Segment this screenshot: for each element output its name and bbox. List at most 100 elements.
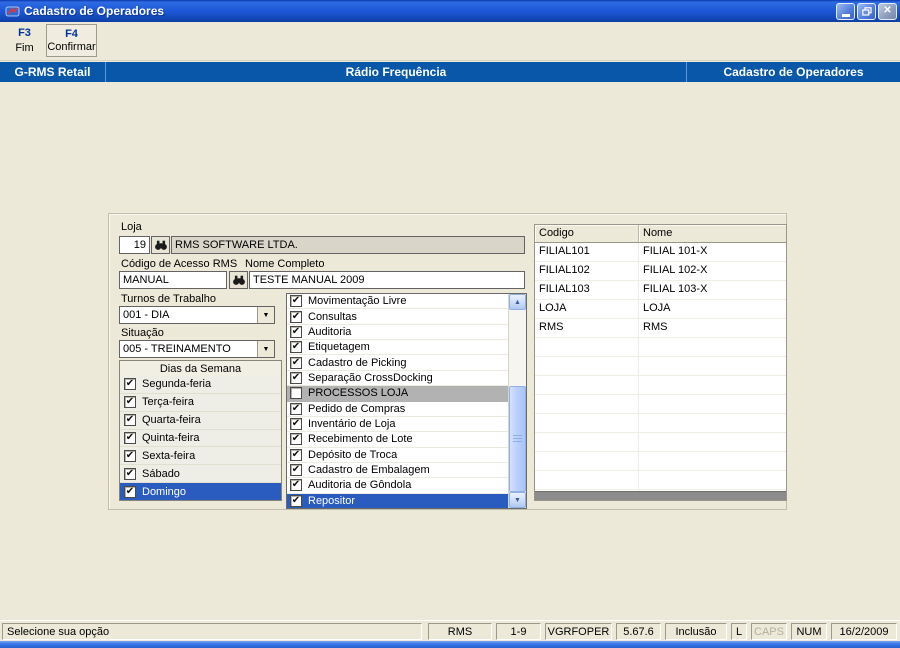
processo-row[interactable]: ✔ Consultas: [287, 309, 508, 325]
processo-row[interactable]: ✔ Etiquetagem: [287, 340, 508, 356]
processo-row[interactable]: ✔ Cadastro de Embalagem: [287, 462, 508, 479]
processo-row[interactable]: ✔ Repositor: [287, 493, 508, 508]
processo-checkbox[interactable]: ✔: [290, 371, 302, 384]
processo-row[interactable]: ✔ Depósito de Troca: [287, 447, 508, 463]
minimize-button[interactable]: [836, 2, 855, 20]
binoculars-icon: [154, 240, 167, 250]
confirmar-button[interactable]: F4 Confirmar: [46, 24, 97, 57]
toolbar: F3 Fim F4 Confirmar: [0, 22, 900, 61]
scrollbar-thumb[interactable]: [509, 386, 526, 492]
store-row[interactable]: LOJA LOJA: [535, 300, 786, 319]
weekday-checkbox[interactable]: ✔: [124, 432, 136, 444]
processo-checkbox[interactable]: ✔: [290, 295, 302, 308]
store-codigo: LOJA: [535, 300, 639, 318]
dias-semana-list: ✔ Segunda-feria ✔ Terça-feira ✔ Quarta-f…: [119, 376, 282, 501]
weekday-label: Sexta-feira: [142, 449, 196, 462]
processo-checkbox[interactable]: ✔: [290, 356, 302, 369]
close-button[interactable]: ✕: [878, 2, 897, 20]
store-row[interactable]: FILIAL102 FILIAL 102-X: [535, 262, 786, 281]
processo-row[interactable]: ✔ Cadastro de Picking: [287, 355, 508, 371]
chevron-down-icon[interactable]: ▼: [257, 341, 274, 357]
weekday-row[interactable]: ✔ Domingo: [120, 483, 281, 501]
store-codigo: FILIAL102: [535, 262, 639, 280]
loja-code-input[interactable]: [119, 236, 150, 254]
processo-label: Movimentação Livre: [308, 295, 407, 308]
scroll-up-icon[interactable]: ▲: [509, 294, 526, 310]
processo-row[interactable]: ✔ Inventário de Loja: [287, 416, 508, 433]
weekday-row[interactable]: ✔ Terça-feira: [120, 394, 281, 412]
weekday-checkbox[interactable]: ✔: [124, 396, 136, 409]
processo-checkbox[interactable]: ✔: [290, 464, 302, 477]
weekday-label: Sábado: [142, 467, 180, 480]
weekday-label: Terça-feira: [142, 396, 194, 409]
scroll-down-icon[interactable]: ▼: [509, 492, 526, 508]
processo-label: Cadastro de Embalagem: [308, 464, 430, 477]
weekday-checkbox[interactable]: ✔: [124, 467, 136, 480]
processo-label: Pedido de Compras: [308, 402, 406, 415]
processo-row[interactable]: ✔ Movimentação Livre: [287, 294, 508, 310]
weekday-row[interactable]: ✔ Segunda-feria: [120, 376, 281, 394]
chevron-down-icon[interactable]: ▼: [257, 307, 274, 323]
weekday-checkbox[interactable]: ✔: [124, 485, 136, 498]
processos-list-box: ✔ Movimentação Livre ✔ Consultas ✔ Audit…: [286, 293, 527, 509]
weekday-row[interactable]: ✔ Quarta-feira: [120, 412, 281, 430]
title-bar: Cadastro de Operadores ✕: [0, 0, 900, 22]
processo-row[interactable]: ✔ Separação CrossDocking: [287, 370, 508, 387]
situacao-select[interactable]: 005 - TREINAMENTO ▼: [119, 340, 275, 358]
processo-row[interactable]: ✔ Pedido de Compras: [287, 401, 508, 417]
processo-checkbox[interactable]: ✔: [290, 310, 302, 323]
weekday-checkbox[interactable]: ✔: [124, 449, 136, 462]
fim-button[interactable]: F3 Fim: [3, 24, 46, 57]
store-row-empty: [535, 452, 786, 471]
processo-label: Depósito de Troca: [308, 448, 398, 461]
processo-row[interactable]: ✔ Auditoria: [287, 324, 508, 341]
processo-row[interactable]: ✔ PROCESSOS LOJA: [287, 386, 508, 402]
processo-checkbox[interactable]: ✔: [290, 494, 302, 507]
restore-button[interactable]: [857, 2, 876, 20]
fim-label: Fim: [15, 42, 34, 54]
weekday-label: Segunda-feria: [142, 378, 212, 391]
status-cell: L: [731, 623, 747, 640]
weekday-row[interactable]: ✔ Sexta-feira: [120, 447, 281, 466]
column-header-nome[interactable]: Nome: [639, 225, 786, 243]
processo-checkbox[interactable]: ✔: [290, 325, 302, 338]
processo-label: Auditoria: [308, 325, 352, 338]
loja-label: Loja: [121, 221, 142, 233]
store-row[interactable]: FILIAL101 FILIAL 101-X: [535, 243, 786, 262]
column-header-codigo[interactable]: Codigo: [535, 225, 639, 243]
vertical-scrollbar[interactable]: ▲ ▼: [508, 294, 526, 508]
nome-completo-input[interactable]: [249, 271, 525, 289]
processo-checkbox[interactable]: ✔: [290, 418, 302, 431]
codigo-acesso-search-button[interactable]: [229, 271, 248, 289]
weekday-row[interactable]: ✔ Quinta-feira: [120, 430, 281, 448]
weekday-checkbox[interactable]: ✔: [124, 378, 136, 391]
stores-table-header: Codigo Nome: [535, 225, 786, 243]
loja-search-button[interactable]: [151, 236, 170, 254]
processo-checkbox[interactable]: ✔: [290, 433, 302, 446]
processo-checkbox[interactable]: ✔: [290, 402, 302, 415]
status-cell: 5.67.6: [616, 623, 661, 640]
store-row[interactable]: FILIAL103 FILIAL 103-X: [535, 281, 786, 300]
fim-fkey: F3: [18, 27, 31, 39]
weekday-row[interactable]: ✔ Sábado: [120, 465, 281, 484]
processo-checkbox[interactable]: ✔: [290, 387, 302, 400]
turnos-select[interactable]: 001 - DIA ▼: [119, 306, 275, 324]
processo-row[interactable]: ✔ Recebimento de Lote: [287, 432, 508, 448]
processo-label: Inventário de Loja: [308, 418, 396, 431]
horizontal-scrollbar[interactable]: [535, 491, 786, 500]
processo-checkbox[interactable]: ✔: [290, 448, 302, 461]
processo-row[interactable]: ✔ Auditoria de Gôndola: [287, 478, 508, 494]
turnos-label: Turnos de Trabalho: [121, 293, 216, 305]
status-bar: Selecione sua opção RMS 1-9 VGRFOPER 5.6…: [0, 620, 900, 642]
store-row[interactable]: RMS RMS: [535, 319, 786, 338]
processo-checkbox[interactable]: ✔: [290, 479, 302, 492]
store-nome: FILIAL 101-X: [643, 245, 708, 257]
scrollbar-track[interactable]: [509, 310, 526, 492]
status-cell: 16/2/2009: [831, 623, 897, 640]
processo-label: Repositor: [308, 494, 356, 507]
codigo-acesso-label: Código de Acesso RMS: [121, 258, 238, 270]
processo-checkbox[interactable]: ✔: [290, 341, 302, 354]
codigo-acesso-input[interactable]: [119, 271, 227, 289]
status-cell: Inclusão: [665, 623, 727, 640]
weekday-checkbox[interactable]: ✔: [124, 414, 136, 427]
